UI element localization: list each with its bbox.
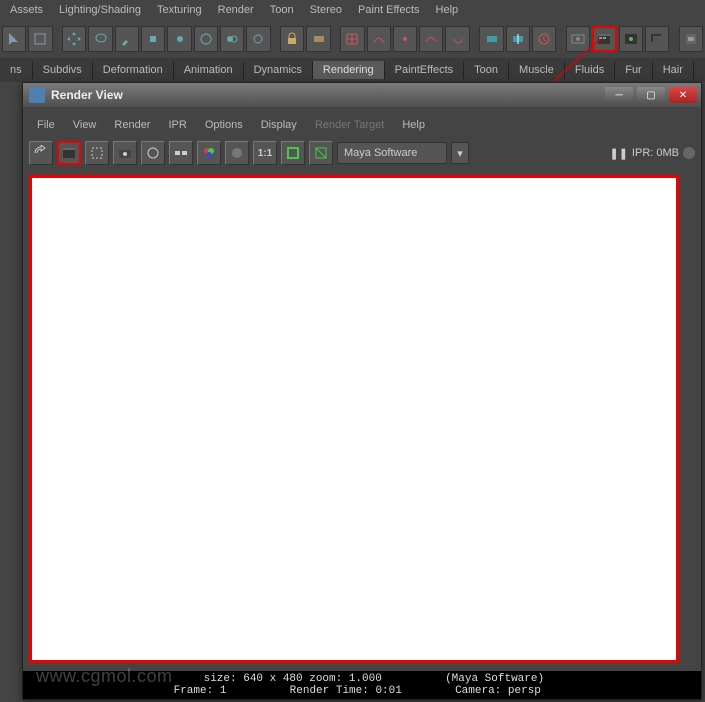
- shelf-tab[interactable]: Dynamics: [244, 61, 313, 79]
- redo-render-icon[interactable]: [29, 141, 53, 165]
- shelf-tab[interactable]: Deformation: [93, 61, 174, 79]
- status-frame: Frame: 1: [174, 685, 227, 697]
- input-op2-icon[interactable]: [506, 26, 530, 52]
- menu-paint-effects[interactable]: Paint Effects: [350, 2, 428, 18]
- tool-op4-icon[interactable]: [246, 26, 270, 52]
- main-menu: Assets Lighting/Shading Texturing Render…: [0, 0, 705, 20]
- snap-live-icon[interactable]: [445, 26, 469, 52]
- watermark: www.cgmol.com: [36, 666, 173, 687]
- rv-menu-options[interactable]: Options: [197, 117, 251, 133]
- main-toolbar: [0, 20, 705, 58]
- shelf-tab[interactable]: Fur: [615, 61, 653, 79]
- display-alpha-icon[interactable]: [225, 141, 249, 165]
- tool-clip-icon[interactable]: [306, 26, 330, 52]
- tool-paint-icon[interactable]: [115, 26, 139, 52]
- snap-curve-icon[interactable]: [367, 26, 391, 52]
- render-options-icon[interactable]: [169, 141, 193, 165]
- renderer-dropdown-arrow[interactable]: ▾: [451, 142, 469, 164]
- snapshot-icon[interactable]: [113, 141, 137, 165]
- tool-transform-icon[interactable]: [141, 26, 165, 52]
- render-output-area[interactable]: [29, 175, 679, 663]
- open-render-view-icon[interactable]: [592, 26, 616, 52]
- rv-menu-view[interactable]: View: [65, 117, 105, 133]
- tool-op1-icon[interactable]: [167, 26, 191, 52]
- menu-help[interactable]: Help: [428, 2, 467, 18]
- render-view-toolbar: 1:1 Maya Software ▾ ❚❚ IPR: 0MB: [29, 137, 695, 169]
- shelf-tab[interactable]: Hair: [653, 61, 694, 79]
- render-settings-icon[interactable]: [679, 26, 703, 52]
- shelf-tab[interactable]: PaintEffects: [385, 61, 465, 79]
- shelf-tab[interactable]: Subdivs: [33, 61, 93, 79]
- remove-image-icon[interactable]: [309, 141, 333, 165]
- close-button[interactable]: ✕: [669, 87, 697, 103]
- maximize-button[interactable]: ▢: [637, 87, 665, 103]
- display-rgb-icon[interactable]: [197, 141, 221, 165]
- status-render-time: Render Time: 0:01: [290, 685, 402, 697]
- tool-selector-icon[interactable]: [28, 26, 52, 52]
- shelf-tab[interactable]: Toon: [464, 61, 509, 79]
- tool-op2-icon[interactable]: [194, 26, 218, 52]
- menu-toon[interactable]: Toon: [262, 2, 302, 18]
- batch-render-icon[interactable]: [645, 26, 669, 52]
- tool-move-icon[interactable]: [62, 26, 86, 52]
- render-view-window: Render View ─ ▢ ✕ File View Render IPR O…: [22, 82, 702, 700]
- render-current-frame-icon[interactable]: [57, 141, 81, 165]
- render-frame-icon[interactable]: [566, 26, 590, 52]
- menu-texturing[interactable]: Texturing: [149, 2, 210, 18]
- minimize-button[interactable]: ─: [605, 87, 633, 103]
- shelf-tabs: ns Subdivs Deformation Animation Dynamic…: [0, 58, 705, 82]
- input-op1-icon[interactable]: [479, 26, 503, 52]
- tool-lock-icon[interactable]: [280, 26, 304, 52]
- snap-grid-icon[interactable]: [340, 26, 364, 52]
- rv-menu-render[interactable]: Render: [106, 117, 158, 133]
- rv-menu-render-target: Render Target: [307, 117, 393, 133]
- tool-pointer-icon[interactable]: [2, 26, 26, 52]
- snap-plane-icon[interactable]: [419, 26, 443, 52]
- ipr-render-icon[interactable]: [619, 26, 643, 52]
- construct-history-icon[interactable]: [532, 26, 556, 52]
- renderer-label: Maya Software: [344, 147, 417, 159]
- rv-menu-ipr[interactable]: IPR: [160, 117, 194, 133]
- status-renderer: (Maya Software): [445, 673, 544, 685]
- chevron-down-icon: ▾: [457, 147, 463, 160]
- tool-lasso-icon[interactable]: [88, 26, 112, 52]
- keep-image-icon[interactable]: [281, 141, 305, 165]
- snap-point-icon[interactable]: [393, 26, 417, 52]
- ipr-indicator-icon: [683, 147, 695, 159]
- render-view-menu: File View Render IPR Options Display Ren…: [29, 113, 695, 137]
- menu-stereo[interactable]: Stereo: [302, 2, 350, 18]
- menu-render[interactable]: Render: [210, 2, 262, 18]
- shelf-tab[interactable]: Animation: [174, 61, 244, 79]
- pause-ipr-icon[interactable]: ❚❚: [609, 147, 627, 160]
- renderer-dropdown[interactable]: Maya Software: [337, 142, 447, 164]
- status-camera: Camera: persp: [455, 685, 541, 697]
- titlebar[interactable]: Render View ─ ▢ ✕: [23, 83, 701, 107]
- shelf-tab-rendering[interactable]: Rendering: [313, 61, 385, 79]
- ipr-status-label: IPR: 0MB: [632, 147, 679, 159]
- rv-menu-file[interactable]: File: [29, 117, 63, 133]
- shelf-tab[interactable]: Fluids: [565, 61, 615, 79]
- display-real-size-icon[interactable]: 1:1: [253, 141, 277, 165]
- window-title: Render View: [51, 88, 605, 102]
- menu-lighting-shading[interactable]: Lighting/Shading: [51, 2, 149, 18]
- status-size-zoom: size: 640 x 480 zoom: 1.000: [204, 673, 382, 685]
- shelf-tab[interactable]: Muscle: [509, 61, 565, 79]
- shelf-tab[interactable]: ns: [0, 61, 33, 79]
- ipr-refresh-icon[interactable]: [141, 141, 165, 165]
- rv-menu-help[interactable]: Help: [394, 117, 433, 133]
- menu-assets[interactable]: Assets: [2, 2, 51, 18]
- rv-menu-display[interactable]: Display: [253, 117, 305, 133]
- app-icon: [29, 87, 45, 103]
- tool-op3-icon[interactable]: [220, 26, 244, 52]
- render-region-icon[interactable]: [85, 141, 109, 165]
